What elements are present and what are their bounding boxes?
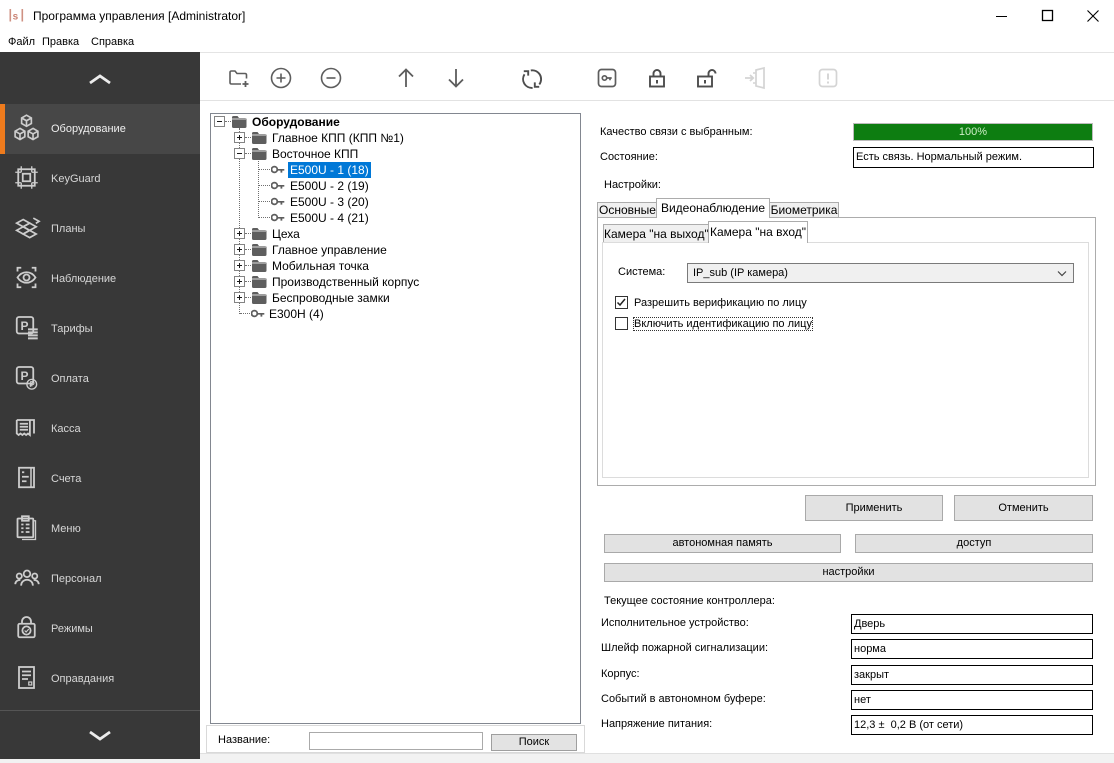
svg-text:P: P [21, 369, 29, 383]
svg-text:s: s [13, 12, 19, 23]
svg-text:P: P [21, 319, 29, 333]
